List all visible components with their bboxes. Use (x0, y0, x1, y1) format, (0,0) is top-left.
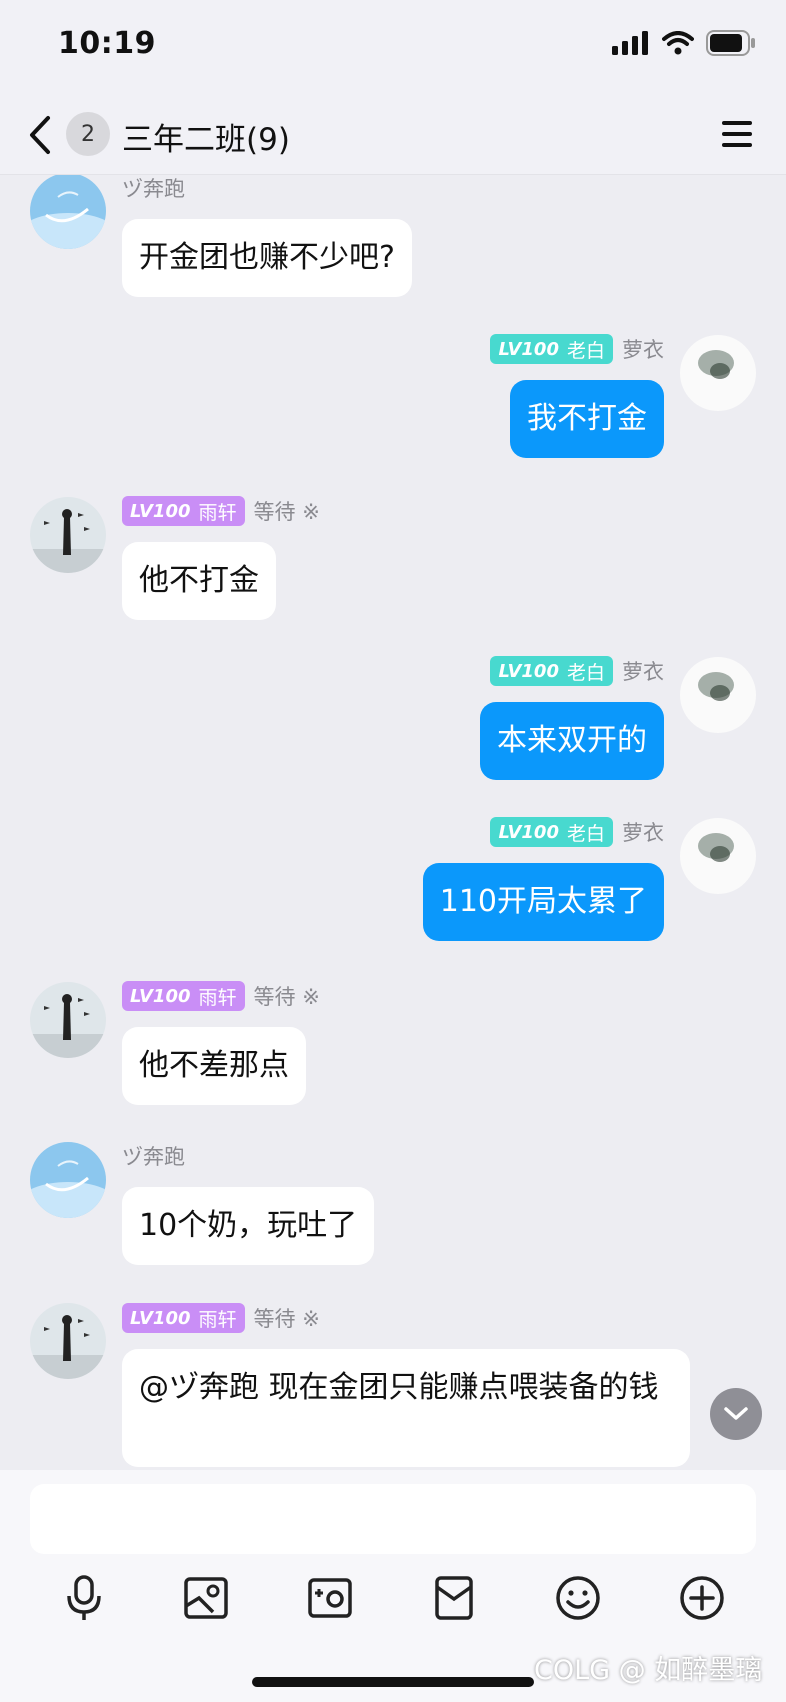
sender-name: ヅ奔跑 (122, 177, 185, 201)
sky-avatar-icon (30, 1142, 106, 1218)
wifi-icon (662, 31, 694, 55)
message-bubble[interactable]: 他不差那点 (122, 1027, 306, 1105)
avatar[interactable] (680, 657, 756, 733)
sender-line: LV100 雨轩 等待 ※ (122, 1302, 320, 1334)
level-tag: LV100 老白 (490, 817, 613, 847)
home-indicator[interactable] (252, 1677, 534, 1687)
sender-line: ヅ奔跑 (122, 1141, 185, 1171)
avatar[interactable] (30, 982, 106, 1058)
emoji-icon (556, 1576, 600, 1620)
chat-title: 三年二班(9) (122, 122, 290, 158)
level-tag: LV100 雨轩 (122, 496, 245, 526)
silhouette-avatar-icon (30, 1303, 106, 1379)
message-bubble[interactable]: 10个奶，玩吐了 (122, 1187, 375, 1265)
scroll-to-bottom-button[interactable] (710, 1388, 762, 1440)
ink-avatar-icon (680, 335, 756, 411)
sender-name: 萝衣 (622, 660, 664, 684)
microphone-icon (67, 1575, 101, 1620)
plus-icon (680, 1576, 724, 1620)
level-tag: LV100 雨轩 (122, 981, 245, 1011)
level-tag: LV100 老白 (490, 334, 613, 364)
avatar[interactable] (680, 818, 756, 894)
message-input[interactable] (30, 1484, 756, 1554)
voice-button[interactable] (56, 1570, 112, 1626)
sender-line: LV100 老白 萝衣 (490, 655, 664, 687)
red-packet-icon (435, 1576, 473, 1620)
avatar[interactable] (30, 1303, 106, 1379)
sender-line: LV100 老白 萝衣 (490, 816, 664, 848)
sender-line: LV100 雨轩 等待 ※ (122, 495, 320, 527)
message-bubble[interactable]: 开金团也赚不少吧? (122, 219, 412, 297)
sender-name: 萝衣 (622, 821, 664, 845)
message-bubble[interactable]: @ヅ奔跑 现在金团只能赚点喂装备的钱 (122, 1349, 690, 1467)
message-list[interactable]: ヅ奔跑 开金团也赚不少吧? LV100 老白 萝衣 我不打金 LV100 雨轩 等待… (0, 175, 786, 1470)
sender-name: 萝衣 (622, 338, 664, 362)
emoji-button[interactable] (550, 1570, 606, 1626)
image-button[interactable] (178, 1570, 234, 1626)
message-bubble[interactable]: 他不打金 (122, 542, 276, 620)
silhouette-avatar-icon (30, 982, 106, 1058)
message-bubble[interactable]: 110开局太累了 (422, 863, 664, 941)
level-tag: LV100 雨轩 (122, 1303, 245, 1333)
input-toolbar (0, 1570, 786, 1650)
level-tag: LV100 老白 (490, 656, 613, 686)
more-button[interactable] (674, 1570, 730, 1626)
battery-icon (706, 30, 755, 56)
back-chevron-icon[interactable] (26, 114, 56, 156)
message-bubble[interactable]: 本来双开的 (480, 702, 664, 780)
sender-line: LV100 老白 萝衣 (490, 333, 664, 365)
sender-name: 等待 ※ (253, 985, 320, 1009)
ink-avatar-icon (680, 818, 756, 894)
sender-name: 等待 ※ (253, 1307, 320, 1331)
status-icons (612, 30, 756, 56)
chevron-down-icon (724, 1407, 748, 1420)
unread-count-badge[interactable]: 2 (66, 112, 110, 156)
status-bar: 10:19 (0, 0, 786, 96)
sender-name: ヅ奔跑 (122, 1145, 185, 1169)
status-time: 10:19 (58, 26, 156, 61)
cellular-signal-icon (612, 31, 648, 55)
sender-line: LV100 雨轩 等待 ※ (122, 980, 320, 1012)
avatar[interactable] (30, 497, 106, 573)
watermark: COLG @ 如醉墨璃 (534, 1655, 763, 1686)
image-icon (184, 1577, 228, 1619)
silhouette-avatar-icon (30, 497, 106, 573)
camera-icon (308, 1578, 352, 1618)
camera-button[interactable] (302, 1570, 358, 1626)
sky-avatar-icon (30, 175, 106, 249)
message-bubble[interactable]: 我不打金 (510, 380, 664, 458)
avatar[interactable] (30, 175, 106, 249)
red-packet-button[interactable] (426, 1570, 482, 1626)
sender-line: ヅ奔跑 (122, 175, 185, 203)
avatar[interactable] (30, 1142, 106, 1218)
chat-header: 2 三年二班(9) (0, 96, 786, 175)
avatar[interactable] (680, 335, 756, 411)
sender-name: 等待 ※ (253, 500, 320, 524)
menu-icon[interactable] (720, 116, 754, 152)
ink-avatar-icon (680, 657, 756, 733)
